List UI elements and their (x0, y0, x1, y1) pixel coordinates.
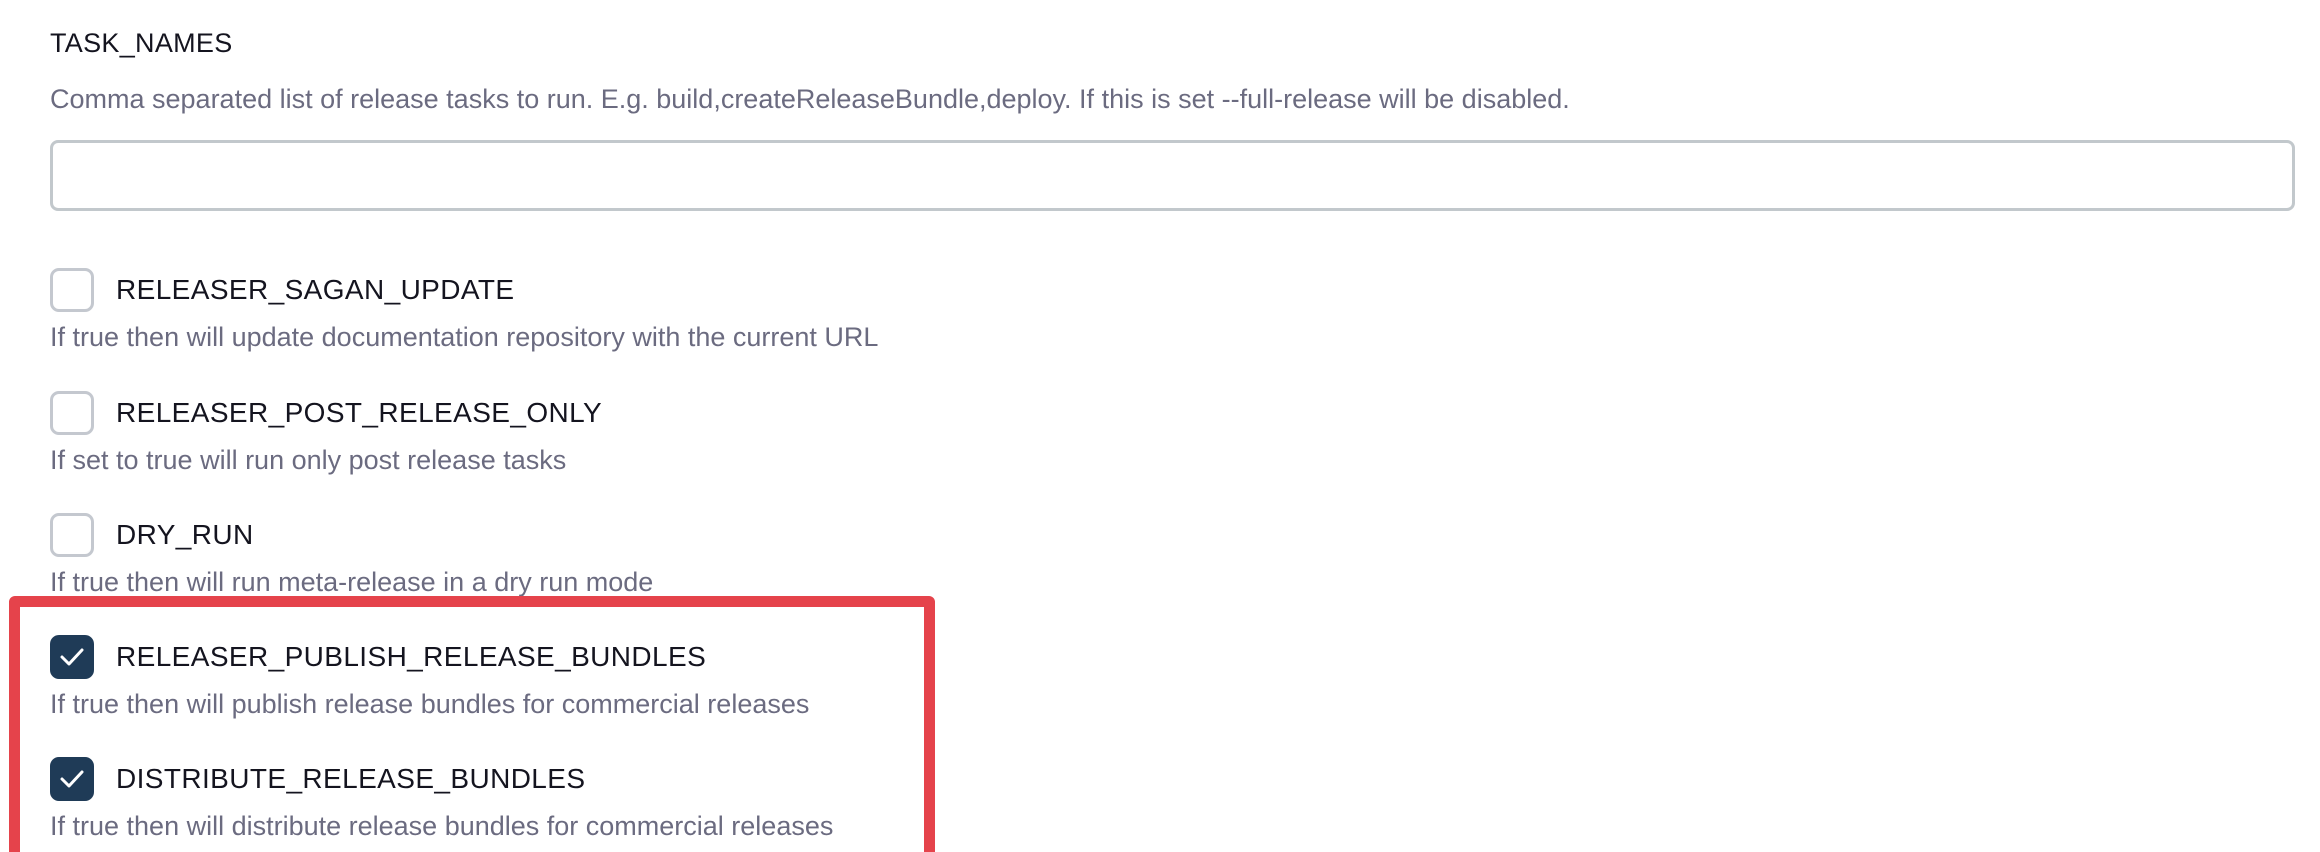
task-names-input[interactable] (50, 140, 2295, 211)
releaser-sagan-update-checkbox[interactable] (50, 268, 94, 312)
param-releaser-sagan-update: RELEASER_SAGAN_UPDATE If true then will … (50, 268, 878, 353)
checkmark-icon (60, 648, 84, 666)
build-parameters-form: TASK_NAMES Comma separated list of relea… (0, 0, 2320, 852)
param-releaser-publish-release-bundles: RELEASER_PUBLISH_RELEASE_BUNDLES If true… (50, 635, 809, 720)
param-description: If set to true will run only post releas… (50, 445, 567, 475)
dry-run-checkbox[interactable] (50, 513, 94, 557)
task-names-description: Comma separated list of release tasks to… (50, 84, 1570, 114)
param-description: If true then will publish release bundle… (50, 689, 810, 719)
task-names-label: TASK_NAMES (50, 28, 233, 58)
param-label: RELEASER_PUBLISH_RELEASE_BUNDLES (116, 641, 707, 672)
releaser-publish-release-bundles-checkbox[interactable] (50, 635, 94, 679)
param-label: RELEASER_POST_RELEASE_ONLY (116, 397, 603, 428)
param-label: DISTRIBUTE_RELEASE_BUNDLES (116, 763, 586, 794)
param-releaser-post-release-only: RELEASER_POST_RELEASE_ONLY If set to tru… (50, 391, 602, 476)
param-description: If true then will run meta-release in a … (50, 567, 654, 597)
param-description: If true then will distribute release bun… (50, 811, 834, 841)
releaser-post-release-only-checkbox[interactable] (50, 391, 94, 435)
checkmark-icon (60, 770, 84, 788)
distribute-release-bundles-checkbox[interactable] (50, 757, 94, 801)
param-dry-run: DRY_RUN If true then will run meta-relea… (50, 513, 653, 598)
param-label: RELEASER_SAGAN_UPDATE (116, 274, 515, 305)
param-description: If true then will update documentation r… (50, 322, 879, 352)
param-distribute-release-bundles: DISTRIBUTE_RELEASE_BUNDLES If true then … (50, 757, 833, 842)
param-label: DRY_RUN (116, 519, 254, 550)
